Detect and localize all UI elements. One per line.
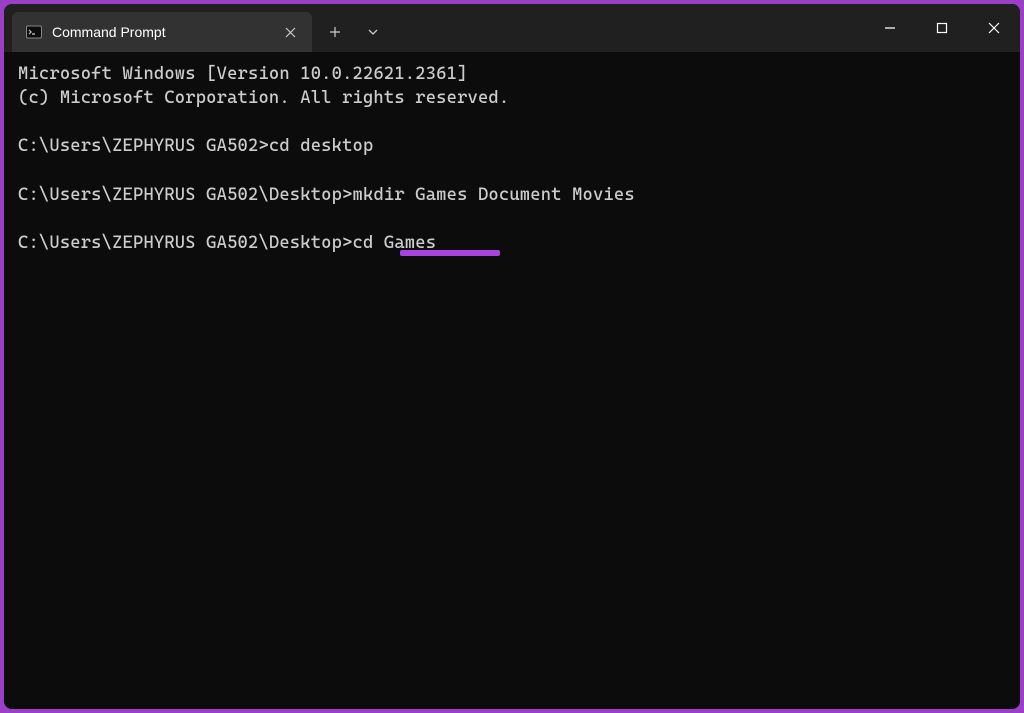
- new-tab-button[interactable]: [318, 16, 352, 48]
- terminal-header-line2: (c) Microsoft Corporation. All rights re…: [18, 88, 509, 108]
- titlebar-drag-area[interactable]: [390, 4, 864, 52]
- tab-close-button[interactable]: [280, 22, 300, 42]
- window-controls: [864, 4, 1020, 52]
- close-button[interactable]: [968, 4, 1020, 52]
- terminal-command-2: mkdir Games Document Movies: [353, 185, 635, 205]
- terminal-header-line1: Microsoft Windows [Version 10.0.22621.23…: [18, 64, 468, 84]
- tab-dropdown-button[interactable]: [356, 16, 390, 48]
- terminal-window: Command Prompt: [4, 4, 1020, 709]
- terminal-command-1: cd desktop: [269, 136, 374, 156]
- command-highlight-underline: [400, 250, 500, 256]
- terminal-prompt-1: C:\Users\ZEPHYRUS GA502>: [18, 136, 269, 156]
- terminal-prompt-3: C:\Users\ZEPHYRUS GA502\Desktop>: [18, 233, 353, 253]
- tab-title: Command Prompt: [52, 24, 270, 40]
- tab-command-prompt[interactable]: Command Prompt: [12, 12, 312, 52]
- titlebar: Command Prompt: [4, 4, 1020, 52]
- terminal-content[interactable]: Microsoft Windows [Version 10.0.22621.23…: [4, 52, 1020, 709]
- minimize-button[interactable]: [864, 4, 916, 52]
- command-prompt-icon: [26, 24, 42, 40]
- maximize-button[interactable]: [916, 4, 968, 52]
- terminal-prompt-2: C:\Users\ZEPHYRUS GA502\Desktop>: [18, 185, 353, 205]
- tabbar-actions: [312, 12, 390, 52]
